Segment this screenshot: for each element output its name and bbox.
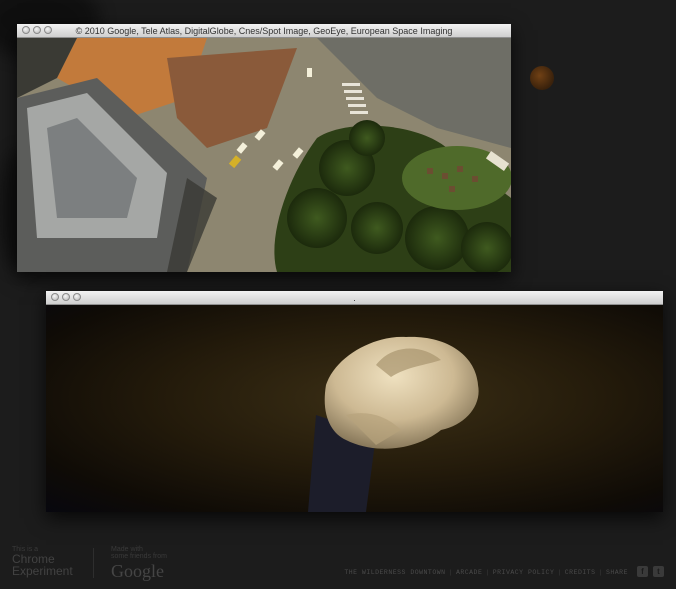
chrome-name-line2: Experiment <box>12 564 73 578</box>
footer-link-wilderness[interactable]: THE WILDERNESS DOWNTOWN <box>344 569 445 576</box>
footer-link-share[interactable]: SHARE <box>606 569 628 576</box>
video-frame[interactable] <box>46 305 663 512</box>
facebook-icon[interactable]: f <box>637 566 648 577</box>
link-separator: | <box>557 569 562 576</box>
twitter-icon[interactable]: t <box>653 566 664 577</box>
hooded-runner-figure <box>308 336 479 512</box>
link-separator: | <box>598 569 603 576</box>
map-window[interactable]: © 2010 Google, Tele Atlas, DigitalGlobe,… <box>17 24 511 272</box>
video-window-titlebar[interactable]: . <box>46 291 663 305</box>
video-window[interactable]: . <box>46 291 663 512</box>
link-separator: | <box>448 569 453 576</box>
map-window-titlebar[interactable]: © 2010 Google, Tele Atlas, DigitalGlobe,… <box>17 24 511 38</box>
map-attribution: © 2010 Google, Tele Atlas, DigitalGlobe,… <box>75 26 453 36</box>
footer-nav: THE WILDERNESS DOWNTOWN | ARCADE | PRIVACY P… <box>344 569 628 576</box>
video-window-title: . <box>353 293 356 303</box>
floating-orb <box>530 66 554 90</box>
chrome-experiment-badge[interactable]: This is a Chrome Experiment <box>12 546 73 577</box>
google-kicker-line1: Made with <box>111 546 143 553</box>
aerial-map-view[interactable] <box>17 38 511 272</box>
google-kicker-line2: some friends from <box>111 553 168 560</box>
footer-link-privacy[interactable]: PRIVACY POLICY <box>493 569 555 576</box>
footer-link-credits[interactable]: CREDITS <box>565 569 596 576</box>
aerial-photo <box>17 38 511 272</box>
google-logo: Google <box>111 561 164 581</box>
footer-link-arcade[interactable]: ARCADE <box>456 569 482 576</box>
google-badge[interactable]: Made with some friends from Google <box>111 546 167 580</box>
footer-divider <box>93 548 94 578</box>
link-separator: | <box>485 569 490 576</box>
